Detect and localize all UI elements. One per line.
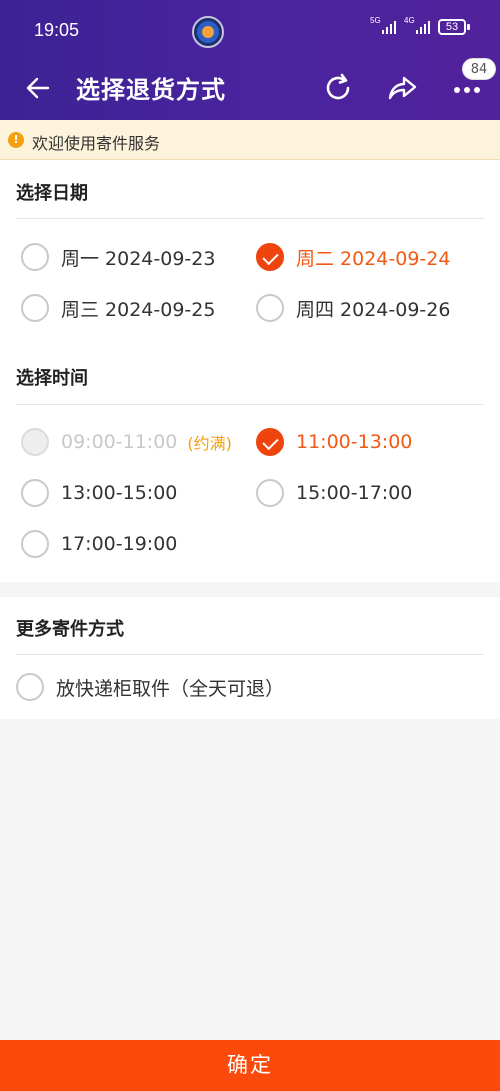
time-option-1100[interactable]: 11:00-13:00 — [256, 426, 412, 458]
page-title: 选择退货方式 — [76, 76, 226, 104]
date-section-title: 选择日期 — [16, 183, 88, 204]
date-option-thu[interactable]: 周四 2024-09-26 — [256, 292, 450, 324]
date-label: 周三 2024-09-25 — [61, 298, 216, 321]
warning-icon: ! — [8, 132, 24, 148]
time-option-1300[interactable]: 13:00-15:00 — [21, 477, 177, 509]
status-indicators: 5G 4G 53 — [370, 16, 470, 35]
divider — [16, 218, 484, 219]
date-label: 周一 2024-09-23 — [61, 247, 216, 270]
battery-level: 53 — [438, 19, 466, 35]
time-option-0900: 09:00-11:00 (约满) — [21, 426, 232, 458]
notice-text: 欢迎使用寄件服务 — [32, 134, 161, 153]
radio-button[interactable] — [16, 673, 44, 701]
radio-button[interactable] — [21, 294, 49, 322]
message-count-badge: 84 — [462, 58, 496, 80]
signal-4g-icon: 4G — [404, 16, 430, 34]
radio-checked-icon[interactable] — [256, 243, 284, 271]
radio-button[interactable] — [256, 294, 284, 322]
radio-button[interactable] — [21, 243, 49, 271]
status-time: 19:05 — [34, 20, 80, 40]
status-bar: 19:05 5G 4G 53 — [0, 0, 500, 56]
refresh-icon[interactable] — [320, 70, 356, 106]
locker-pickup-option[interactable]: 放快递柜取件（全天可退） — [16, 671, 284, 703]
time-label: 15:00-17:00 — [296, 482, 413, 504]
radio-checked-icon[interactable] — [256, 428, 284, 456]
date-label: 周二 2024-09-24 — [296, 247, 451, 270]
signal-5g-icon: 5G — [370, 16, 396, 34]
radio-button[interactable] — [21, 530, 49, 558]
time-label: 13:00-15:00 — [61, 482, 178, 504]
confirm-button[interactable]: 确定 — [0, 1040, 500, 1091]
date-label: 周四 2024-09-26 — [296, 298, 451, 321]
radio-disabled — [21, 428, 49, 456]
app-toolbar: 选择退货方式 84 — [0, 56, 500, 120]
radio-button[interactable] — [21, 479, 49, 507]
full-tag: (约满) — [187, 434, 232, 453]
back-arrow-icon[interactable] — [22, 72, 54, 104]
date-option-tue[interactable]: 周二 2024-09-24 — [256, 241, 450, 273]
date-option-wed[interactable]: 周三 2024-09-25 — [21, 292, 215, 324]
radio-button[interactable] — [256, 479, 284, 507]
share-icon[interactable] — [384, 70, 420, 106]
date-option-mon[interactable]: 周一 2024-09-23 — [21, 241, 215, 273]
time-label: 17:00-19:00 — [61, 533, 178, 555]
time-label: 09:00-11:00 — [61, 431, 178, 453]
method-label: 放快递柜取件（全天可退） — [56, 677, 285, 700]
time-label: 11:00-13:00 — [296, 431, 413, 453]
battery-icon: 53 — [438, 19, 470, 35]
time-option-1700[interactable]: 17:00-19:00 — [21, 528, 177, 560]
pickup-schedule-card: 选择日期 周一 2024-09-23 周二 2024-09-24 周三 2024… — [0, 160, 500, 582]
time-section-title: 选择时间 — [16, 368, 88, 389]
more-section-title: 更多寄件方式 — [16, 619, 124, 640]
more-methods-card: 更多寄件方式 放快递柜取件（全天可退） — [0, 597, 500, 719]
app-notification-icon — [192, 16, 224, 48]
divider — [16, 404, 484, 405]
notice-bar: ! 欢迎使用寄件服务 — [0, 120, 500, 160]
time-option-1500[interactable]: 15:00-17:00 — [256, 477, 412, 509]
divider — [16, 654, 484, 655]
